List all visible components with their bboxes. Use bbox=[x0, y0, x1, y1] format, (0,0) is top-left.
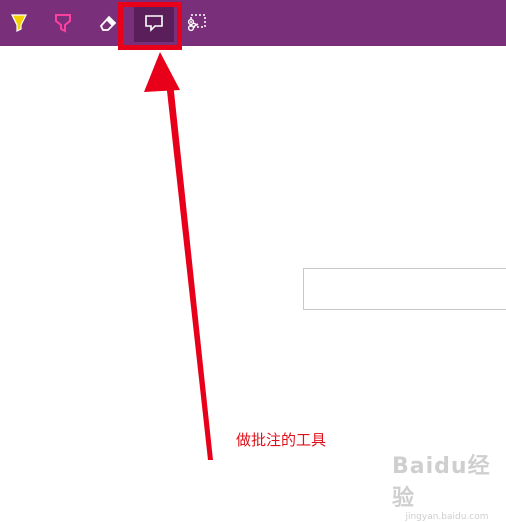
annotation-arrow bbox=[144, 52, 213, 460]
watermark-brand: Baidu经验 bbox=[392, 454, 491, 511]
annotation-label: 做批注的工具 bbox=[236, 431, 327, 449]
baidu-jingyan-watermark: Baidu经验 jingyan.baidu.com bbox=[392, 448, 502, 522]
watermark-url: jingyan.baidu.com bbox=[405, 512, 489, 522]
